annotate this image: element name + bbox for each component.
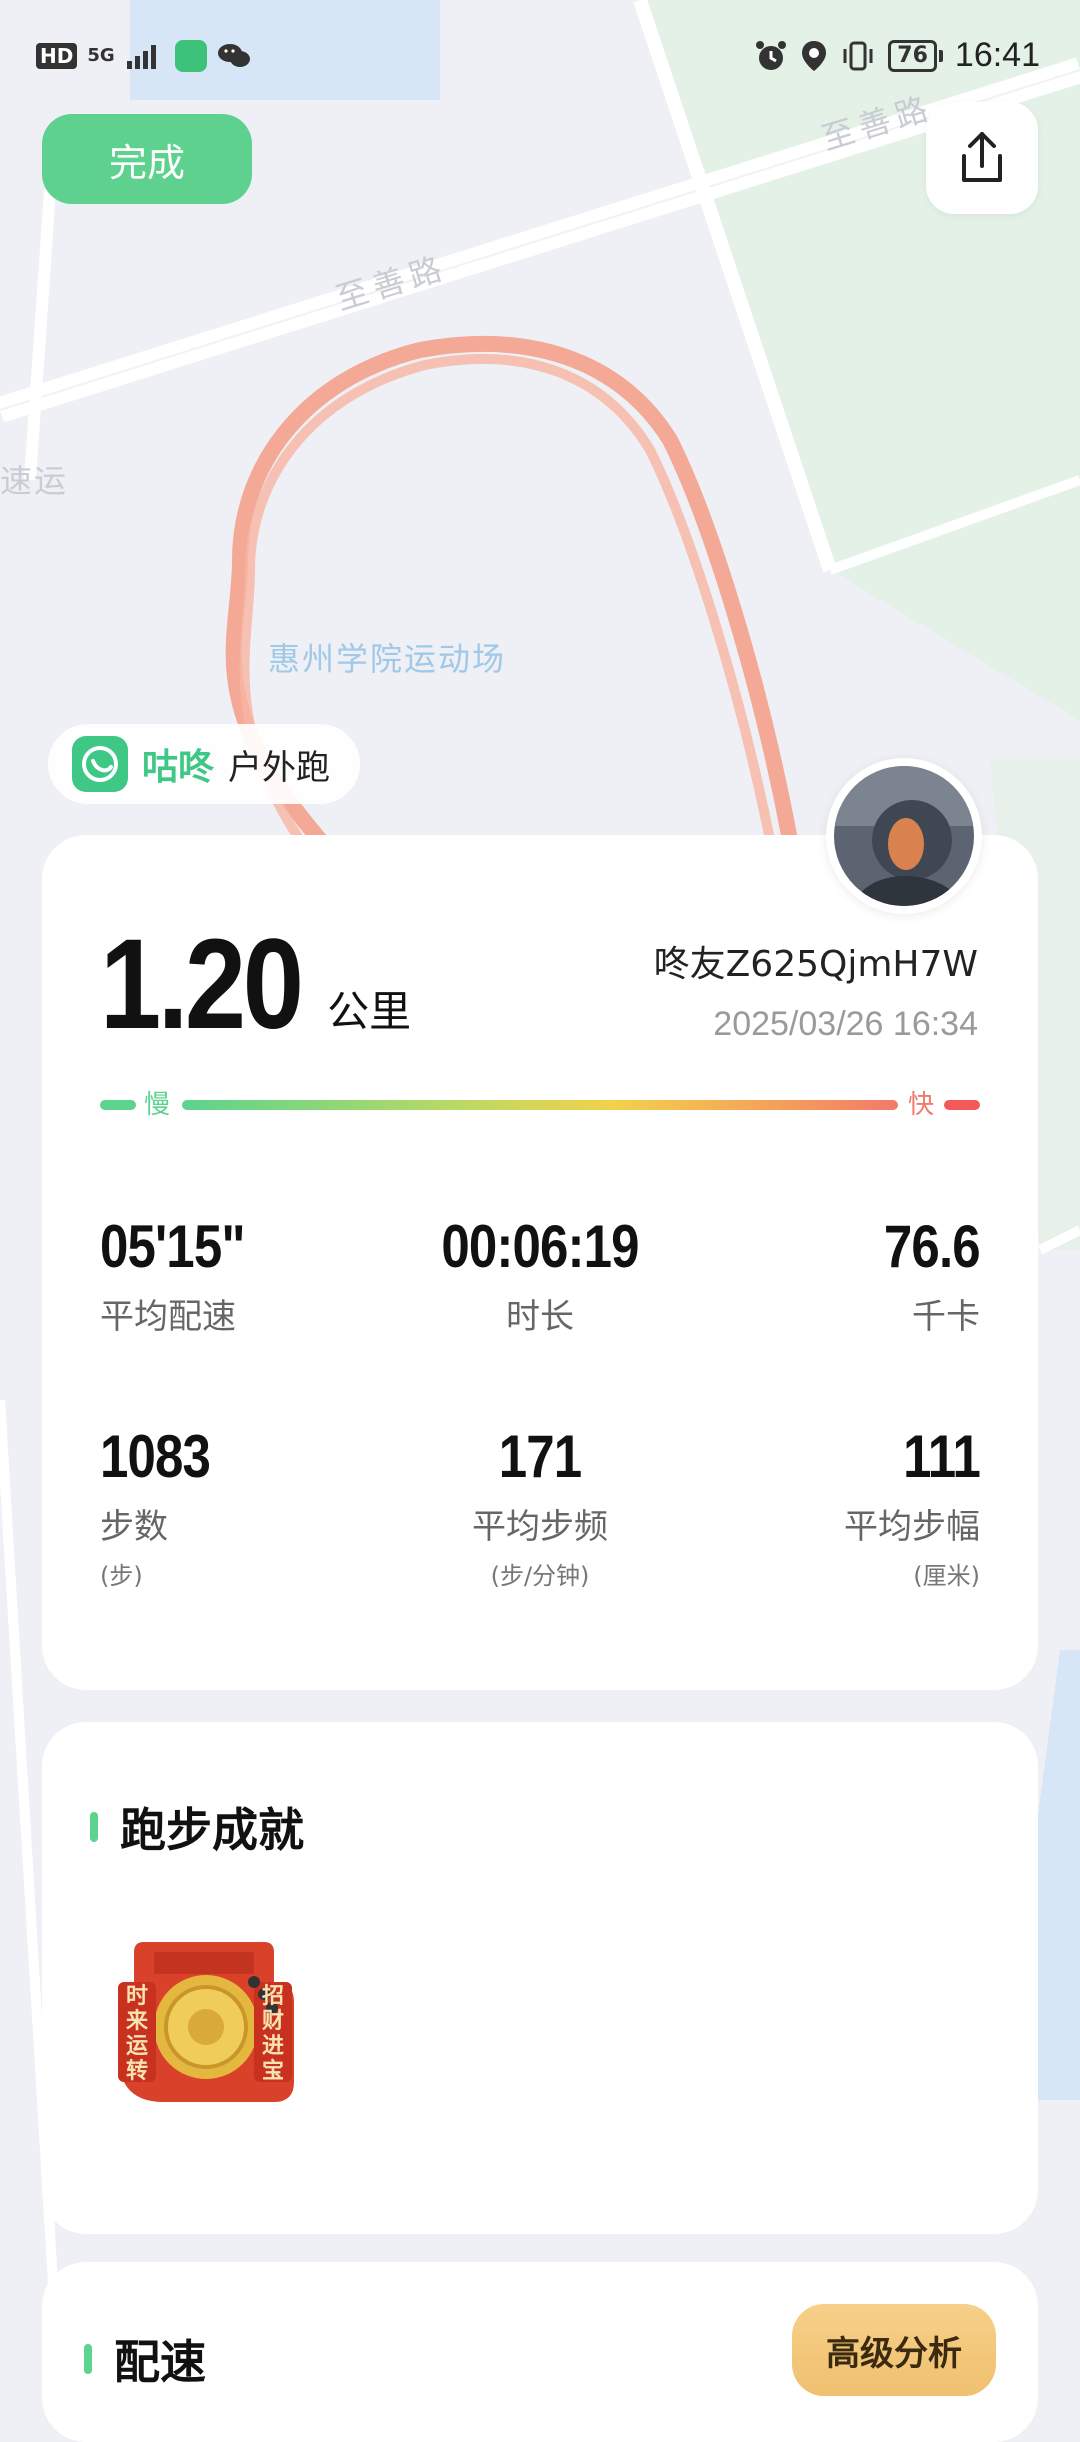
network-type: 5G: [87, 45, 115, 66]
avatar[interactable]: [826, 758, 982, 914]
pace-title: 配速: [114, 2335, 206, 2389]
avatar-image: [834, 766, 974, 906]
achievements-title: 跑步成就: [120, 1803, 304, 1857]
pace-fast-segment: [944, 1100, 980, 1110]
pace-fast-label: 快: [908, 1090, 935, 1120]
codoon-logo-icon: [72, 736, 128, 792]
stat-value: 171: [498, 1423, 582, 1490]
hd-indicator: HD: [36, 43, 78, 69]
stats-row-2: 1083 步数 (步) 171 平均步频 (步/分钟) 111 平均步幅 (厘米…: [100, 1423, 981, 1635]
distance-display: 1.20 公里: [100, 913, 412, 1056]
stat-unit: (厘米): [913, 1562, 980, 1590]
medal-right-text: 招财进宝: [261, 1984, 284, 2084]
stat-duration: 00:06:19 时长: [100, 1215, 980, 1338]
stat-value: 00:06:19: [441, 1213, 639, 1280]
share-button[interactable]: [926, 102, 1038, 214]
location-icon: [802, 40, 827, 71]
stat-stride: 111 平均步幅 (厘米): [844, 1423, 981, 1591]
username: 咚友Z625QjmH7W: [653, 944, 978, 985]
pace-header: 配速: [84, 2326, 206, 2392]
pace-slow-segment: [100, 1100, 136, 1110]
map-left-label: 速运: [0, 462, 69, 500]
stat-value: 76.6: [884, 1213, 981, 1280]
stat-value: 111: [903, 1423, 981, 1490]
medal-left-text: 时来运转: [125, 1984, 148, 2084]
wechat-icon: [217, 44, 250, 67]
app-notification-icon: [174, 40, 207, 72]
pace-slow-label: 慢: [144, 1090, 171, 1120]
pace-gradient: [182, 1100, 898, 1110]
brand-name: 咕咚: [142, 747, 215, 788]
map-place-label: 惠州学院运动场: [268, 640, 507, 678]
share-icon: [962, 132, 1002, 182]
run-summary-card: 1.20 公里 咚友Z625QjmH7W 2025/03/26 16:34 慢 …: [42, 835, 1038, 1690]
activity-type: 户外跑: [228, 747, 331, 788]
stat-label: 平均步幅: [844, 1507, 980, 1547]
stats-grid: 05'15" 平均配速 00:06:19 时长 76.6 千卡 1083 步数 …: [100, 1213, 981, 1635]
medal-badge[interactable]: 时来运转 招财进宝: [104, 1922, 304, 2122]
distance-value: 1.20: [100, 913, 304, 1056]
advanced-analysis-button[interactable]: 高级分析: [792, 2304, 996, 2396]
distance-unit: 公里: [327, 987, 412, 1036]
brand-activity-chip: 咕咚 户外跑: [48, 724, 361, 804]
clock: 16:41: [954, 36, 1040, 74]
achievements-card: 跑步成就 时来运转 招财进宝: [42, 1722, 1038, 2234]
alarm-icon: [756, 40, 787, 70]
status-bar: HD 5G 76 16:41: [0, 0, 1080, 118]
pace-card: 配速 高级分析: [42, 2262, 1038, 2442]
stats-row-1: 05'15" 平均配速 00:06:19 时长 76.6 千卡: [100, 1213, 981, 1425]
vibrate-icon: [843, 41, 873, 70]
battery-indicator: 76: [888, 39, 943, 72]
stat-calories: 76.6 千卡: [867, 1213, 981, 1338]
signal-icon: [126, 45, 156, 69]
section-accent-bar: [84, 2344, 92, 2374]
pace-legend-bar: 慢 快: [100, 1085, 980, 1125]
done-button[interactable]: 完成: [42, 114, 252, 204]
achievements-header: 跑步成就: [90, 1794, 304, 1860]
stat-label: 千卡: [912, 1297, 980, 1337]
run-datetime: 2025/03/26 16:34: [713, 1005, 978, 1043]
section-accent-bar: [90, 1812, 98, 1842]
stat-label: 时长: [506, 1297, 574, 1337]
